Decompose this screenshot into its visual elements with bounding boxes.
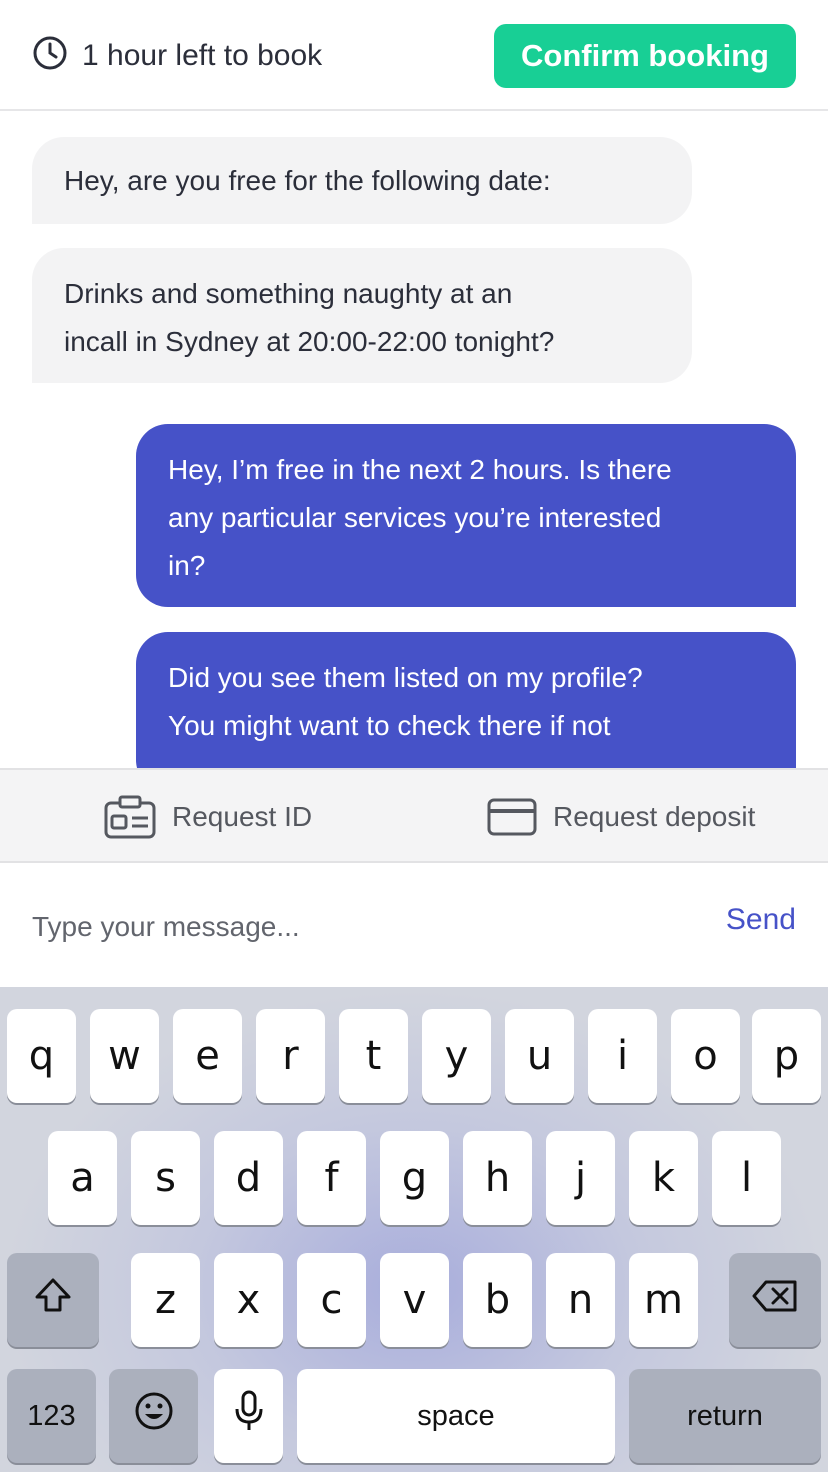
key-p[interactable]: p (752, 1009, 821, 1103)
key-s[interactable]: s (131, 1131, 200, 1225)
send-button[interactable]: Send (726, 903, 796, 937)
key-w[interactable]: w (90, 1009, 159, 1103)
key-y[interactable]: y (422, 1009, 491, 1103)
backspace-key[interactable] (729, 1253, 821, 1347)
key-m[interactable]: m (629, 1253, 698, 1347)
message-line: Did you see them listed on my profile? (168, 662, 643, 693)
booking-timer: 1 hour left to book (32, 35, 322, 76)
key-f[interactable]: f (297, 1131, 366, 1225)
request-id-label: Request ID (172, 801, 313, 832)
dictation-key[interactable] (214, 1369, 283, 1463)
onscreen-keyboard: q w e r t y u i o p a s d f g h j k l z … (0, 987, 828, 1472)
message-bubble-outgoing: Did you see them listed on my profile? Y… (136, 632, 796, 768)
emoji-key[interactable] (109, 1369, 198, 1463)
message-bubble-incoming: Hey, are you free for the following date… (32, 137, 692, 224)
booking-header: 1 hour left to book Confirm booking (0, 0, 828, 111)
return-key[interactable]: return (629, 1369, 821, 1463)
key-k[interactable]: k (629, 1131, 698, 1225)
key-n[interactable]: n (546, 1253, 615, 1347)
key-r[interactable]: r (256, 1009, 325, 1103)
chat-action-bar: Request ID Request deposit (0, 768, 828, 863)
backspace-icon (751, 1277, 799, 1323)
request-id-button[interactable]: Request ID (104, 794, 312, 840)
confirm-booking-button[interactable]: Confirm booking (494, 24, 796, 88)
key-b[interactable]: b (463, 1253, 532, 1347)
message-line: You might want to check there if not (168, 710, 611, 741)
message-line: in? (168, 550, 206, 581)
message-line: Hey, I’m free in the next 2 hours. Is th… (168, 454, 672, 485)
message-bubble-incoming: Drinks and something naughty at an incal… (32, 248, 692, 383)
message-line: any particular services you’re intereste… (168, 502, 662, 533)
shift-key[interactable] (7, 1253, 99, 1347)
space-key[interactable]: space (297, 1369, 615, 1463)
message-line: incall in Sydney at 20:00-22:00 tonight? (64, 326, 555, 357)
message-bubble-outgoing: Hey, I’m free in the next 2 hours. Is th… (136, 424, 796, 607)
key-o[interactable]: o (671, 1009, 740, 1103)
message-composer: Send (0, 863, 828, 987)
key-d[interactable]: d (214, 1131, 283, 1225)
key-j[interactable]: j (546, 1131, 615, 1225)
key-z[interactable]: z (131, 1253, 200, 1347)
message-line: Drinks and something naughty at an (64, 278, 513, 309)
id-card-icon (104, 795, 156, 839)
key-a[interactable]: a (48, 1131, 117, 1225)
key-h[interactable]: h (463, 1131, 532, 1225)
smiley-icon (134, 1391, 174, 1441)
microphone-icon (234, 1390, 264, 1442)
key-x[interactable]: x (214, 1253, 283, 1347)
key-l[interactable]: l (712, 1131, 781, 1225)
request-deposit-button[interactable]: Request deposit (487, 794, 755, 840)
timer-text: 1 hour left to book (82, 38, 323, 72)
key-c[interactable]: c (297, 1253, 366, 1347)
key-g[interactable]: g (380, 1131, 449, 1225)
chat-thread[interactable]: Hey, are you free for the following date… (0, 113, 828, 768)
key-i[interactable]: i (588, 1009, 657, 1103)
message-input[interactable] (32, 903, 672, 951)
key-q[interactable]: q (7, 1009, 76, 1103)
message-line: Hey, are you free for the following date… (64, 165, 551, 196)
request-deposit-label: Request deposit (553, 801, 756, 832)
key-u[interactable]: u (505, 1009, 574, 1103)
key-t[interactable]: t (339, 1009, 408, 1103)
credit-card-icon (487, 798, 537, 836)
numbers-key[interactable]: 123 (7, 1369, 96, 1463)
shift-arrow-icon (33, 1277, 73, 1323)
clock-icon (32, 35, 68, 76)
key-e[interactable]: e (173, 1009, 242, 1103)
key-v[interactable]: v (380, 1253, 449, 1347)
